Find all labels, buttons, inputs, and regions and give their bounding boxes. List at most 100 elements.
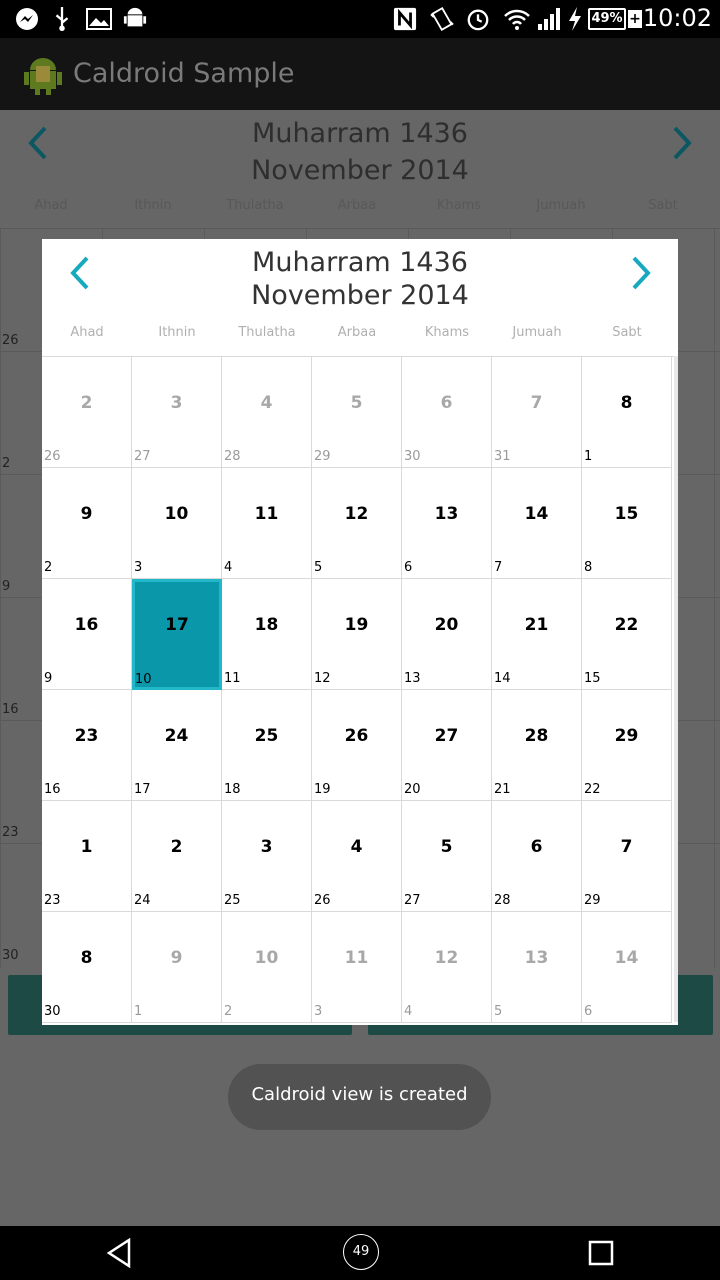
navigation-bar: 49: [0, 1226, 720, 1280]
day-cell[interactable]: 28 21: [492, 690, 582, 801]
day-cell[interactable]: 4 26: [312, 801, 402, 912]
day-cell[interactable]: 16 9: [42, 579, 132, 690]
back-icon[interactable]: [106, 1238, 132, 1268]
day-cell[interactable]: 24 17: [132, 690, 222, 801]
bg-weekday: Ithnin: [134, 198, 172, 213]
day-cell[interactable]: 18 11: [222, 579, 312, 690]
selected-day-cell[interactable]: 17 10: [132, 579, 222, 690]
bg-day-number: 9: [2, 579, 11, 594]
battery-plus-icon: +: [628, 10, 642, 28]
bg-grid-line: [714, 228, 715, 968]
gregorian-day: 22: [614, 615, 639, 635]
gregorian-day: 21: [524, 615, 549, 635]
day-cell[interactable]: 4 28: [222, 357, 312, 468]
day-cell[interactable]: 12 5: [312, 468, 402, 579]
bg-month-hijri: Muharram 1436: [252, 118, 468, 149]
day-cell[interactable]: 11 4: [222, 468, 312, 579]
wifi-icon: [504, 9, 530, 30]
weekday-label: Thulatha: [238, 325, 296, 340]
day-cell[interactable]: 14 7: [492, 468, 582, 579]
hijri-day: 30: [404, 449, 421, 464]
day-cell[interactable]: 2 24: [132, 801, 222, 912]
gregorian-day: 9: [170, 948, 183, 968]
weekday-label: Arbaa: [337, 325, 377, 340]
hijri-day: 15: [584, 671, 601, 686]
weekday-label: Sabt: [612, 325, 642, 340]
day-grid: 2 26 3 27 4 28 5 29 6 30 7 31 8 1 9 2 10 3 11 4 12 5 13 6 14 7 15 8…: [42, 356, 674, 1023]
day-cell[interactable]: 2 26: [42, 357, 132, 468]
gregorian-day: 4: [350, 837, 363, 857]
day-cell[interactable]: 7 29: [582, 801, 672, 912]
day-cell[interactable]: 91: [132, 912, 222, 1023]
day-cell[interactable]: 81: [582, 357, 672, 468]
day-cell[interactable]: 21 14: [492, 579, 582, 690]
day-cell[interactable]: 7 31: [492, 357, 582, 468]
day-cell[interactable]: 6 30: [402, 357, 492, 468]
day-cell[interactable]: 13 5: [492, 912, 582, 1023]
gregorian-day: 1: [80, 837, 93, 857]
image-icon: [86, 8, 112, 30]
day-cell[interactable]: 14 6: [582, 912, 672, 1023]
day-cell[interactable]: 3 27: [132, 357, 222, 468]
day-cell[interactable]: 25 18: [222, 690, 312, 801]
gregorian-day: 16: [74, 615, 99, 635]
gregorian-day: 2: [170, 837, 183, 857]
hijri-day: 29: [314, 449, 331, 464]
hijri-day: 2: [44, 560, 53, 575]
day-cell[interactable]: 3 25: [222, 801, 312, 912]
day-cell[interactable]: 19 12: [312, 579, 402, 690]
bg-day-number: 23: [2, 825, 19, 840]
day-cell[interactable]: 1 23: [42, 801, 132, 912]
gregorian-day: 10: [164, 504, 189, 524]
gregorian-day: 25: [254, 726, 279, 746]
day-cell[interactable]: 26 19: [312, 690, 402, 801]
action-bar: Caldroid Sample: [0, 38, 720, 110]
day-cell[interactable]: 27 20: [402, 690, 492, 801]
gregorian-day: 12: [344, 504, 369, 524]
bg-weekday: Khams: [436, 198, 482, 213]
day-cell[interactable]: 8 30: [42, 912, 132, 1023]
gregorian-day: 4: [260, 393, 273, 413]
hijri-day: 29: [584, 893, 601, 908]
bg-weekday: Thulatha: [226, 198, 284, 213]
day-cell[interactable]: 10 3: [132, 468, 222, 579]
day-cell[interactable]: 20 13: [402, 579, 492, 690]
hijri-day: 11: [224, 671, 241, 686]
gregorian-day: 3: [260, 837, 273, 857]
day-cell[interactable]: 11 3: [312, 912, 402, 1023]
gregorian-day: 3: [170, 393, 183, 413]
gregorian-day: 5: [440, 837, 453, 857]
day-cell[interactable]: 5 29: [312, 357, 402, 468]
hijri-day: 23: [44, 893, 61, 908]
gregorian-day: 12: [434, 948, 459, 968]
day-cell[interactable]: 10 2: [222, 912, 312, 1023]
hijri-day: 3: [134, 560, 143, 575]
recents-icon[interactable]: [588, 1240, 614, 1266]
home-button[interactable]: 49: [343, 1234, 379, 1270]
gregorian-day: 24: [164, 726, 189, 746]
day-cell[interactable]: 15 8: [582, 468, 672, 579]
day-cell[interactable]: 13 6: [402, 468, 492, 579]
hijri-day: 24: [134, 893, 151, 908]
weekday-label: Khams: [424, 325, 470, 340]
day-cell[interactable]: 6 28: [492, 801, 582, 912]
day-cell[interactable]: 23 16: [42, 690, 132, 801]
hijri-day: 28: [494, 893, 511, 908]
hijri-day: 6: [584, 1004, 593, 1019]
bg-day-number: 26: [2, 333, 19, 348]
gregorian-day: 10: [254, 948, 279, 968]
hijri-day: 4: [224, 560, 233, 575]
day-cell[interactable]: 29 22: [582, 690, 672, 801]
bg-day-number: 16: [2, 702, 19, 717]
day-cell[interactable]: 5 27: [402, 801, 492, 912]
usb-icon: [55, 7, 69, 31]
calendar-dialog: Muharram 1436 November 2014 Ahad Ithnin …: [42, 239, 678, 1025]
day-cell[interactable]: 12 4: [402, 912, 492, 1023]
hijri-day: 2: [224, 1004, 233, 1019]
day-cell[interactable]: 22 15: [582, 579, 672, 690]
gregorian-day: 6: [530, 837, 543, 857]
hijri-day: 8: [584, 560, 593, 575]
android-icon: [123, 7, 147, 27]
day-cell[interactable]: 92: [42, 468, 132, 579]
alarm-icon: [467, 9, 489, 31]
